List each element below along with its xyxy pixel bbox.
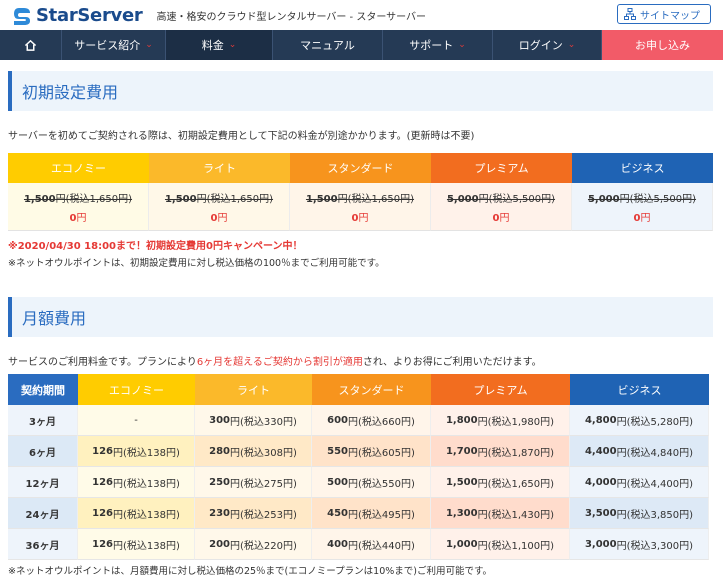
nav-pricing[interactable]: 料金 ⌄ xyxy=(166,30,273,60)
price-cell: 450 円(税込495円) xyxy=(312,498,431,529)
nav-services-label: サービス紹介 xyxy=(74,39,141,52)
old-price: 1,500円(税込1,650円) xyxy=(164,193,274,205)
plan-header-premium: プレミアム xyxy=(431,374,570,405)
monthly-fee-description: サービスのご利用料金です。プランにより6ヶ月を超えるご契約から割引が適用され、よ… xyxy=(8,357,542,368)
price-cell: 200 円(税込220円) xyxy=(195,529,312,560)
logo[interactable]: StarServer xyxy=(10,4,143,26)
old-price: 5,000円(税込5,500円) xyxy=(587,193,697,205)
chevron-down-icon: ⌄ xyxy=(228,40,237,50)
logo-mark-icon xyxy=(14,8,30,25)
price-cell: 1,800 円(税込1,980円) xyxy=(431,405,570,436)
price-cell: 1,300 円(税込1,430円) xyxy=(431,498,570,529)
monthly-fee-heading: 月額費用 xyxy=(8,297,713,337)
home-icon xyxy=(24,39,37,51)
site-header: StarServer 高速・格安のクラウド型レンタルサーバー - スターサーバー… xyxy=(0,0,723,30)
price-cell: 126 円(税込138円) xyxy=(78,498,195,529)
price-cell: 126 円(税込138円) xyxy=(78,436,195,467)
plan-header-business: ビジネス xyxy=(570,374,709,405)
price-cell: 300 円(税込330円) xyxy=(195,405,312,436)
price-cell: 600 円(税込660円) xyxy=(312,405,431,436)
period-header: 契約期間 xyxy=(8,374,78,405)
initial-fee-table: エコノミー ライト スタンダード プレミアム ビジネス 1,500円(税込1,6… xyxy=(8,153,713,231)
monthly-fee-rows: 3ヶ月 -300 円(税込330円) 600 円(税込660円) 1,800 円(税込1,9… xyxy=(8,405,713,560)
price-cell: 4,000 円(税込4,400円) xyxy=(570,467,709,498)
price-cell: 1,500 円(税込1,650円) xyxy=(431,467,570,498)
price-cell: 1,000 円(税込1,100円) xyxy=(431,529,570,560)
initial-fee-heading: 初期設定費用 xyxy=(8,71,713,111)
nav-home[interactable] xyxy=(0,30,62,60)
plan-header-standard: スタンダード xyxy=(290,153,431,183)
initial-fee-cell: 1,500円(税込1,650円) 0円 xyxy=(8,183,149,231)
nav-pricing-label: 料金 xyxy=(201,39,224,52)
new-price: 0円 xyxy=(351,212,369,224)
period-cell: 12ヶ月 xyxy=(8,467,78,498)
plan-header-economy: エコノミー xyxy=(8,153,149,183)
plan-header-business: ビジネス xyxy=(572,153,713,183)
plan-header-light: ライト xyxy=(149,153,290,183)
plan-header-standard: スタンダード xyxy=(312,374,431,405)
nav-manual-label: マニュアル xyxy=(300,39,355,52)
nav-login-label: ログイン xyxy=(518,39,563,52)
price-cell: 230 円(税込253円) xyxy=(195,498,312,529)
price-cell: - xyxy=(78,405,195,436)
price-cell: 126 円(税込138円) xyxy=(78,467,195,498)
new-price: 0円 xyxy=(633,212,651,224)
nav-apply-label: お申し込み xyxy=(635,39,690,52)
main-nav: サービス紹介 ⌄ 料金 ⌄ マニュアル サポート ⌄ ログイン ⌄ お申し込み xyxy=(0,30,723,60)
chevron-down-icon: ⌄ xyxy=(458,40,466,50)
chevron-down-icon: ⌄ xyxy=(145,40,153,50)
price-cell: 3,000 円(税込3,300円) xyxy=(570,529,709,560)
tagline: 高速・格安のクラウド型レンタルサーバー - スターサーバー xyxy=(156,11,427,23)
price-cell: 3,500 円(税込3,850円) xyxy=(570,498,709,529)
nav-services[interactable]: サービス紹介 ⌄ xyxy=(62,30,166,60)
sitemap-button[interactable]: サイトマップ xyxy=(617,4,711,24)
initial-fee-cell: 5,000円(税込5,500円) 0円 xyxy=(572,183,713,231)
nav-apply-button[interactable]: お申し込み xyxy=(602,30,723,60)
nav-manual[interactable]: マニュアル xyxy=(273,30,383,60)
initial-fee-cell: 1,500円(税込1,650円) 0円 xyxy=(290,183,431,231)
initial-points-note: ※ネットオウルポイントは、初期設定費用に対し税込価格の100％までご利用可能です… xyxy=(8,258,385,269)
new-price: 0円 xyxy=(69,212,87,224)
initial-fee-cell: 5,000円(税込5,500円) 0円 xyxy=(431,183,572,231)
nav-login[interactable]: ログイン ⌄ xyxy=(493,30,602,60)
period-cell: 36ヶ月 xyxy=(8,529,78,560)
nav-support[interactable]: サポート ⌄ xyxy=(383,30,493,60)
old-price: 1,500円(税込1,650円) xyxy=(23,193,133,205)
period-cell: 24ヶ月 xyxy=(8,498,78,529)
plan-header-light: ライト xyxy=(195,374,312,405)
initial-fee-cell: 1,500円(税込1,650円) 0円 xyxy=(149,183,290,231)
logo-text: StarServer xyxy=(36,4,143,26)
price-cell: 550 円(税込605円) xyxy=(312,436,431,467)
price-cell: 250 円(税込275円) xyxy=(195,467,312,498)
price-cell: 4,400 円(税込4,840円) xyxy=(570,436,709,467)
monthly-fee-table: 契約期間 エコノミー ライト スタンダード プレミアム ビジネス xyxy=(8,374,713,405)
price-cell: 4,800 円(税込5,280円) xyxy=(570,405,709,436)
price-cell: 280 円(税込308円) xyxy=(195,436,312,467)
initial-fee-description: サーバーを初めてご契約される際は、初期設定費用として下記の料金が別途かかります。… xyxy=(8,131,475,142)
plan-header-premium: プレミアム xyxy=(431,153,572,183)
price-cell: 126 円(税込138円) xyxy=(78,529,195,560)
period-cell: 6ヶ月 xyxy=(8,436,78,467)
price-cell: 1,700 円(税込1,870円) xyxy=(431,436,570,467)
initial-fee-title: 初期設定費用 xyxy=(22,83,119,102)
price-cell: 400 円(税込440円) xyxy=(312,529,431,560)
monthly-points-note: ※ネットオウルポイントは、月額費用に対し税込価格の25％まで(エコノミープランは… xyxy=(8,566,493,577)
campaign-notice: ※2020/04/30 18:00まで！初期設定費用0円キャンペーン中！ xyxy=(8,241,303,252)
plan-header-economy: エコノミー xyxy=(78,374,195,405)
nav-support-label: サポート xyxy=(409,39,454,52)
sitemap-label: サイトマップ xyxy=(640,10,700,22)
sitemap-icon xyxy=(624,8,636,20)
old-price: 5,000円(税込5,500円) xyxy=(446,193,556,205)
monthly-fee-title: 月額費用 xyxy=(22,309,87,328)
new-price: 0円 xyxy=(210,212,228,224)
chevron-down-icon: ⌄ xyxy=(567,40,576,50)
old-price: 1,500円(税込1,650円) xyxy=(305,193,415,205)
period-cell: 3ヶ月 xyxy=(8,405,78,436)
new-price: 0円 xyxy=(492,212,510,224)
price-cell: 500 円(税込550円) xyxy=(312,467,431,498)
